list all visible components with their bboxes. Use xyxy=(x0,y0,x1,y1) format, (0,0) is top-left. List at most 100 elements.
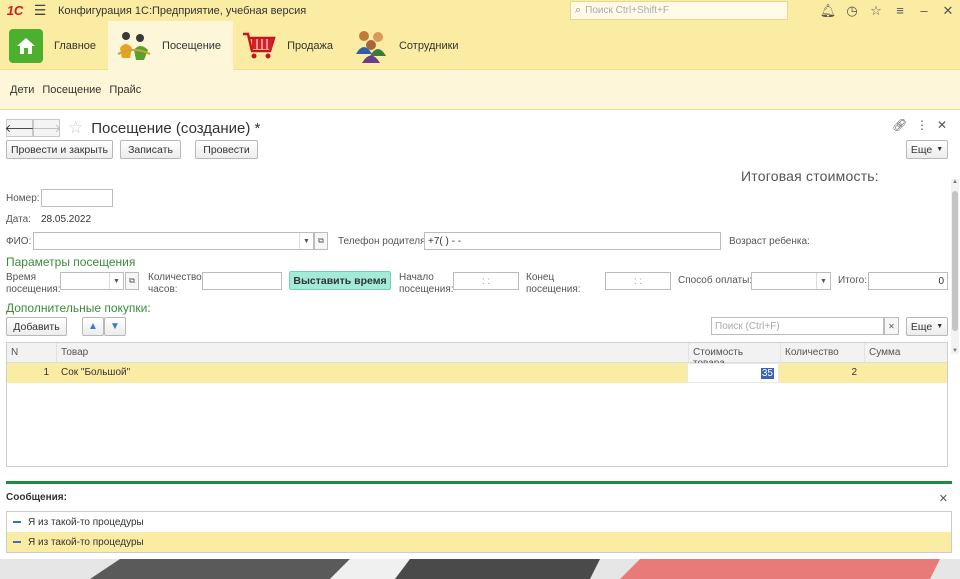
menu-icon[interactable]: ≡ xyxy=(888,0,912,21)
desktop-background xyxy=(0,559,960,579)
message-marker-icon xyxy=(13,541,21,543)
save-button[interactable]: Записать xyxy=(120,140,181,159)
end-label: Конец посещения: xyxy=(526,272,581,295)
scroll-up-icon[interactable]: ▲ xyxy=(951,179,959,185)
column-header-qty[interactable]: Количество xyxy=(781,343,865,363)
more-actions-icon[interactable]: ⋮ xyxy=(916,118,928,132)
cart-icon xyxy=(241,28,277,64)
phone-input[interactable]: +7( ) - - xyxy=(424,232,721,250)
clear-search-icon[interactable]: ✕ xyxy=(884,317,899,335)
visit-params-title: Параметры посещения xyxy=(6,255,136,269)
star-icon[interactable]: ☆ xyxy=(864,0,888,21)
navigation-bar: Дети Посещение Прайс xyxy=(0,70,960,110)
cell-product: Сок "Большой" xyxy=(61,367,131,378)
column-header-sum[interactable]: Сумма xyxy=(865,343,947,363)
form-scrollbar[interactable]: ▲ ▼ xyxy=(951,179,959,354)
global-search-input[interactable]: ⌕ Поиск Ctrl+Shift+F xyxy=(570,1,788,20)
open-icon[interactable]: ⧉ xyxy=(125,272,139,290)
message-text: Я из такой-то процедуры xyxy=(28,536,144,548)
column-header-product[interactable]: Товар xyxy=(57,343,689,363)
close-icon[interactable]: ✕ xyxy=(936,0,960,21)
time-label: Время посещения: xyxy=(6,272,61,295)
main-menu-icon[interactable]: ☰ xyxy=(30,0,50,21)
cell-price-value: 35 xyxy=(760,368,774,379)
dropdown-arrow-icon[interactable]: ▼ xyxy=(109,273,123,289)
minimize-icon[interactable]: – xyxy=(912,0,936,21)
end-input[interactable]: : : xyxy=(605,272,671,290)
number-input[interactable] xyxy=(41,189,113,207)
cell-price[interactable]: 35 xyxy=(687,363,779,383)
visit-icon xyxy=(116,28,152,64)
dropdown-arrow-icon[interactable]: ▼ xyxy=(816,273,830,289)
messages-list: Я из такой-то процедуры Я из такой-то пр… xyxy=(6,511,952,553)
favorite-star-icon[interactable]: ☆ xyxy=(68,118,83,138)
time-select[interactable]: ▼ xyxy=(60,272,124,290)
section-sales[interactable]: Продажа xyxy=(233,21,345,70)
forward-button[interactable]: 🡒 xyxy=(31,119,62,137)
message-marker-icon xyxy=(13,521,21,523)
total-input[interactable]: 0 xyxy=(868,272,948,290)
date-value: 28.05.2022 xyxy=(41,214,92,225)
app-title: Конфигурация 1С:Предприятие, учебная вер… xyxy=(58,4,307,17)
visit-form: 🡐 🡒 ☆ Посещение (создание) * 🔗︎ ⋮ ✕ Пров… xyxy=(0,111,960,481)
section-label: Сотрудники xyxy=(398,39,459,52)
phone-label: Телефон родителя: xyxy=(338,236,429,247)
arrow-up-icon: ▲ xyxy=(88,321,98,332)
set-time-button[interactable]: Выставить время xyxy=(289,271,391,290)
section-label: Главное xyxy=(54,39,97,52)
nav-link-visit[interactable]: Посещение xyxy=(42,84,101,96)
move-down-button[interactable]: ▼ xyxy=(104,317,126,336)
total-cost-caption: Итоговая стоимость: xyxy=(741,168,879,184)
scroll-down-icon[interactable]: ▼ xyxy=(951,348,959,354)
payment-label: Способ оплаты: xyxy=(678,275,753,286)
fio-input[interactable]: ▼ xyxy=(33,232,314,250)
message-item[interactable]: Я из такой-то процедуры xyxy=(7,532,951,552)
arrow-right-icon: 🡒 xyxy=(31,123,62,135)
start-input[interactable]: : : xyxy=(453,272,519,290)
payment-select[interactable]: ▼ xyxy=(751,272,831,290)
hours-input[interactable] xyxy=(202,272,282,290)
bell-icon[interactable]: 🔔︎ xyxy=(816,0,840,21)
close-form-icon[interactable]: ✕ xyxy=(937,118,947,132)
title-bar: 1С ☰ Конфигурация 1С:Предприятие, учебна… xyxy=(0,0,960,21)
nav-link-price[interactable]: Прайс xyxy=(109,84,141,96)
table-search-input[interactable]: Поиск (Ctrl+F) xyxy=(711,317,884,335)
fio-label: ФИО: xyxy=(6,236,32,247)
app-logo: 1С xyxy=(6,3,24,18)
open-icon[interactable]: ⧉ xyxy=(314,232,328,250)
post-button[interactable]: Провести xyxy=(195,140,258,159)
dropdown-arrow-icon[interactable]: ▼ xyxy=(299,233,313,249)
table-row[interactable]: 1 Сок "Большой" 35 2 xyxy=(7,363,947,383)
section-label: Продажа xyxy=(287,39,333,52)
search-icon: ⌕ xyxy=(575,4,582,16)
add-button[interactable]: Добавить xyxy=(6,317,67,336)
section-main[interactable]: Главное xyxy=(0,21,108,70)
table-header: N Товар Стоимость товара Количество Сумм… xyxy=(7,343,947,369)
total-label: Итого: xyxy=(838,275,867,286)
column-header-n[interactable]: N xyxy=(7,343,57,363)
number-label: Номер: xyxy=(6,193,40,204)
post-and-close-button[interactable]: Провести и закрыть xyxy=(6,140,113,159)
hours-label: Количество часов: xyxy=(148,272,202,295)
table-more-button[interactable]: Еще ▼ xyxy=(906,317,948,336)
close-messages-icon[interactable]: ✕ xyxy=(939,492,948,505)
messages-panel: Сообщения: ✕ Я из такой-то процедуры Я и… xyxy=(0,484,960,559)
sections-panel: Главное Посещение Продажа Сотрудники xyxy=(0,21,960,70)
section-label: Посещение xyxy=(162,39,222,52)
back-button[interactable]: 🡐 xyxy=(4,119,35,137)
section-employees[interactable]: Сотрудники xyxy=(345,21,471,70)
purchases-table[interactable]: N Товар Стоимость товара Количество Сумм… xyxy=(6,342,948,467)
column-header-price[interactable]: Стоимость товара xyxy=(689,343,781,369)
arrow-left-icon: 🡐 xyxy=(4,123,35,135)
cell-n: 1 xyxy=(43,367,49,378)
form-title: Посещение (создание) * xyxy=(91,119,261,137)
history-icon[interactable]: ◷ xyxy=(840,0,864,21)
move-up-button[interactable]: ▲ xyxy=(82,317,104,336)
section-visit[interactable]: Посещение xyxy=(108,21,234,70)
message-item[interactable]: Я из такой-то процедуры xyxy=(7,512,951,532)
form-header: 🡐 🡒 ☆ Посещение (создание) * xyxy=(4,118,261,138)
link-icon[interactable]: 🔗︎ xyxy=(892,118,907,132)
nav-link-children[interactable]: Дети xyxy=(10,84,34,96)
more-button[interactable]: Еще ▼ xyxy=(906,140,948,159)
scrollbar-thumb[interactable] xyxy=(952,191,958,331)
